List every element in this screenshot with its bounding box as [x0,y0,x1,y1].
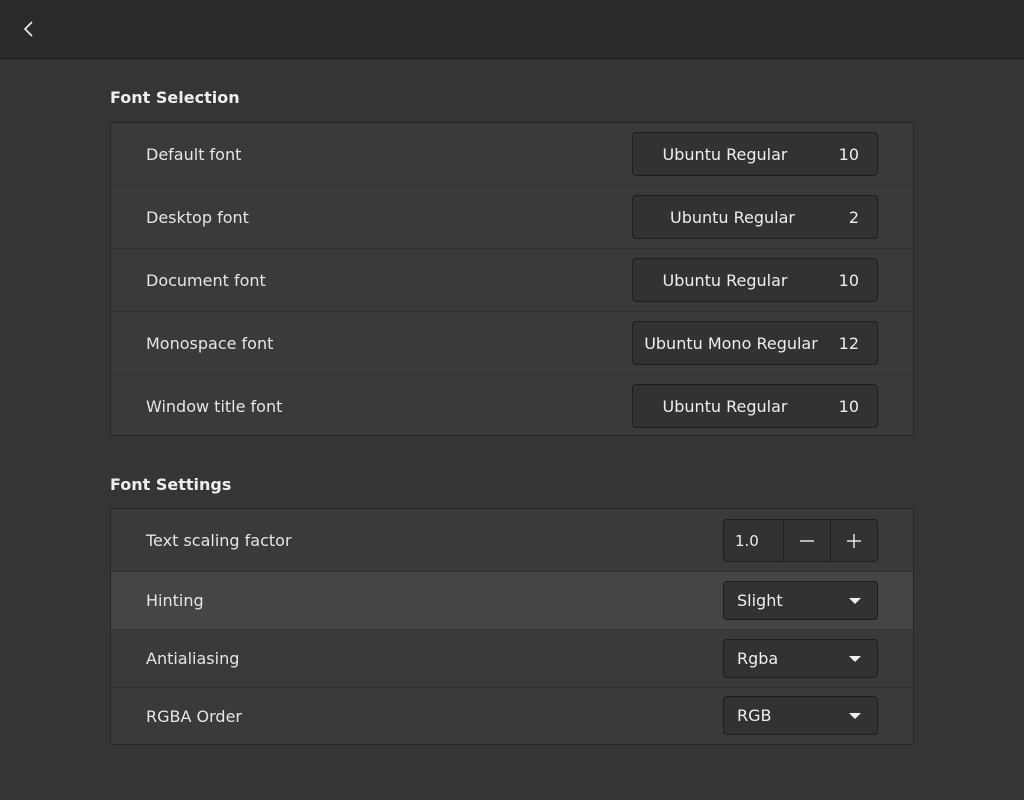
window-title-font-name: Ubuntu Regular [662,396,788,416]
header-bar [0,0,1024,59]
document-font-label: Document font [146,270,266,290]
default-font-size: 10 [838,144,859,164]
font-selection-title: Font Selection [110,88,240,107]
increase-button[interactable] [830,520,877,561]
hinting-label: Hinting [146,591,204,610]
minus-icon [799,539,814,542]
document-font-name: Ubuntu Regular [662,270,788,290]
window-title-font-size: 10 [838,396,859,416]
decrease-button[interactable] [784,520,831,561]
dropdown-arrow-icon [849,598,861,604]
text-scaling-spinbutton: 1.0 [723,519,878,562]
monospace-font-name: Ubuntu Mono Regular [644,333,818,353]
dropdown-arrow-icon [849,713,861,719]
desktop-font-label: Desktop font [146,207,249,227]
monospace-font-label: Monospace font [146,333,274,353]
antialiasing-row: Antialiasing Rgba [111,630,913,688]
rgba-order-label: RGBA Order [146,706,242,726]
antialiasing-dropdown[interactable]: Rgba [723,639,878,678]
window-title-font-row: Window title font Ubuntu Regular 10 [111,375,913,437]
document-font-button[interactable]: Ubuntu Regular 10 [632,258,878,302]
default-font-button[interactable]: Ubuntu Regular 10 [632,132,878,176]
default-font-label: Default font [146,144,242,164]
default-font-row: Default font Ubuntu Regular 10 [111,123,913,186]
font-selection-list: Default font Ubuntu Regular 10 Desktop f… [110,122,914,436]
hinting-dropdown[interactable]: Slight [723,581,878,620]
text-scaling-value[interactable]: 1.0 [724,520,784,561]
monospace-font-row: Monospace font Ubuntu Mono Regular 12 [111,312,913,375]
window-title-font-label: Window title font [146,396,283,416]
desktop-font-row: Desktop font Ubuntu Regular 2 [111,186,913,249]
rgba-order-dropdown[interactable]: RGB [723,696,878,735]
document-font-row: Document font Ubuntu Regular 10 [111,249,913,312]
text-scaling-label: Text scaling factor [146,530,292,550]
chevron-left-icon [23,21,33,37]
hinting-value: Slight [737,591,783,610]
plus-icon [847,533,862,548]
monospace-font-button[interactable]: Ubuntu Mono Regular 12 [632,321,878,365]
document-font-size: 10 [838,270,859,290]
antialiasing-label: Antialiasing [146,649,240,668]
default-font-name: Ubuntu Regular [662,144,788,164]
dropdown-arrow-icon [849,656,861,662]
desktop-font-button[interactable]: Ubuntu Regular 2 [632,195,878,239]
back-button[interactable] [12,12,46,46]
font-settings-list: Text scaling factor 1.0 Hinting Slight A… [110,508,914,745]
hinting-row: Hinting Slight [111,572,913,630]
monospace-font-size: 12 [838,333,859,353]
antialiasing-value: Rgba [737,649,779,668]
rgba-order-value: RGB [737,706,772,725]
desktop-font-name: Ubuntu Regular [669,207,795,227]
font-settings-title: Font Settings [110,475,232,494]
window-title-font-button[interactable]: Ubuntu Regular 10 [632,384,878,428]
rgba-order-row: RGBA Order RGB [111,688,913,744]
desktop-font-size: 2 [848,207,859,227]
text-scaling-row: Text scaling factor 1.0 [111,509,913,572]
